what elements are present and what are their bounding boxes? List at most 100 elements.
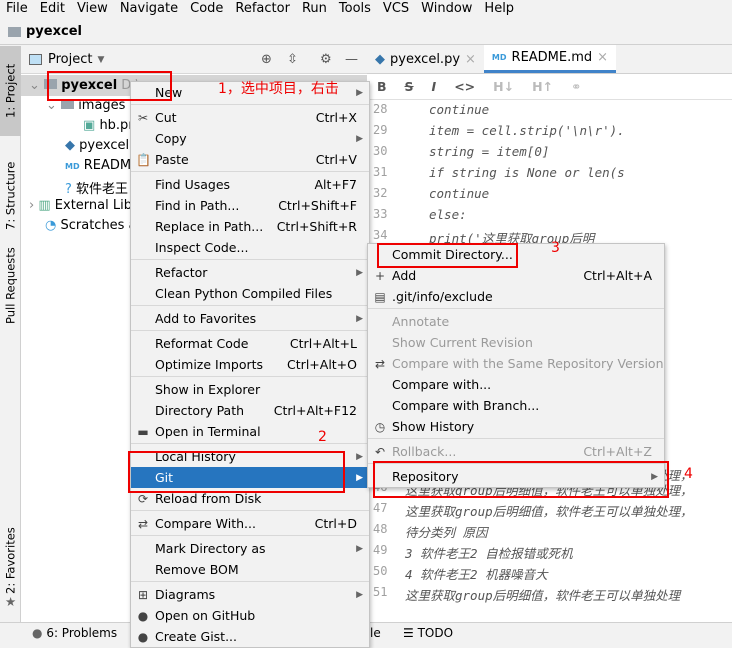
submenu-arrow-icon: ▶ [356, 589, 363, 600]
open-on-github-icon: ● [137, 608, 149, 623]
menu-item-remove-bom[interactable]: Remove BOM [131, 559, 369, 580]
git-item-annotate[interactable]: Annotate [368, 311, 664, 332]
git-item-compare-with-the-same-repository-version[interactable]: ⇄ Compare with the Same Repository Versio… [368, 353, 664, 374]
shortcut-label: Ctrl+Alt+A [583, 268, 652, 283]
close-icon[interactable]: × [465, 52, 476, 67]
tab-project[interactable]: 1: Project [0, 46, 21, 136]
menu-item-inspect-code[interactable]: Inspect Code... [131, 237, 369, 258]
git-item-compare-with-branch[interactable]: Compare with Branch... [368, 395, 664, 416]
menu-item-open-in-terminal[interactable]: ▬ Open in Terminal [131, 421, 369, 442]
git-item-rollback[interactable]: ↶ Rollback... Ctrl+Alt+Z [368, 441, 664, 462]
tab-pull-requests[interactable]: Pull Requests [0, 241, 21, 331]
code-icon[interactable]: <> [454, 79, 475, 94]
menu-item-replace-in-path[interactable]: Replace in Path... Ctrl+Shift+R [131, 216, 369, 237]
tree-root[interactable]: ⌄ pyexcel D:\ [29, 78, 140, 93]
menu-item-open-on-github[interactable]: ● Open on GitHub [131, 605, 369, 626]
tree-laowang[interactable]: ? 软件老王 [65, 178, 128, 197]
menu-item-label: Repository [392, 469, 459, 484]
locate-icon[interactable]: ⊕ [261, 52, 272, 67]
menu-window[interactable]: Window [415, 0, 478, 19]
menu-help[interactable]: Help [478, 0, 520, 19]
tree-readme[interactable]: MD README [65, 158, 139, 173]
menu-item-label: Local History [155, 449, 236, 464]
menu-code[interactable]: Code [184, 0, 229, 19]
tree-external[interactable]: › ▥ External Lib [29, 198, 132, 213]
open-in-terminal-icon: ▬ [137, 424, 149, 439]
menu-item-create-gist[interactable]: ● Create Gist... [131, 626, 369, 647]
todo-tab[interactable]: ☰ TODO [403, 626, 453, 640]
folder-icon [8, 26, 21, 37]
menu-item-directory-path[interactable]: Directory Path Ctrl+Alt+F12 [131, 400, 369, 421]
menu-item-cut[interactable]: ✂ Cut Ctrl+X [131, 107, 369, 128]
menu-view[interactable]: View [71, 0, 114, 19]
menu-item-diagrams[interactable]: ⊞ Diagrams ▶ [131, 584, 369, 605]
git-item-compare-with[interactable]: Compare with... [368, 374, 664, 395]
tab-pyexcel-py[interactable]: ◆ pyexcel.py × [367, 45, 484, 73]
scratches-icon: ◔ [45, 218, 57, 233]
git-item-commit-directory[interactable]: Commit Directory... [368, 244, 664, 265]
menu-item-label: Create Gist... [155, 629, 238, 644]
menu-item-mark-directory-as[interactable]: Mark Directory as ▶ [131, 538, 369, 559]
menu-item-find-usages[interactable]: Find Usages Alt+F7 [131, 174, 369, 195]
markdown-icon: MD [491, 53, 507, 62]
collapse-all-icon[interactable]: ⇳ [287, 52, 298, 67]
menu-item-clean-python-compiled-files[interactable]: Clean Python Compiled Files [131, 283, 369, 304]
menu-item-paste[interactable]: 📋 Paste Ctrl+V [131, 149, 369, 170]
menu-item-optimize-imports[interactable]: Optimize Imports Ctrl+Alt+O [131, 354, 369, 375]
code-line: else: [429, 207, 467, 222]
header-down-icon[interactable]: H↓ [493, 79, 514, 94]
compare-with-icon: ⇄ [137, 516, 149, 531]
close-icon[interactable]: × [597, 50, 608, 65]
menu-item-find-in-path[interactable]: Find in Path... Ctrl+Shift+F [131, 195, 369, 216]
git-item-show-history[interactable]: ◷ Show History [368, 416, 664, 437]
git-item-show-current-revision[interactable]: Show Current Revision [368, 332, 664, 353]
italic-icon[interactable]: I [432, 79, 437, 94]
menu-run[interactable]: Run [296, 0, 333, 19]
todo-label: TODO [417, 626, 454, 640]
menu-edit[interactable]: Edit [34, 0, 71, 19]
navigation-bar: pyexcel [0, 19, 732, 45]
menu-item-compare-with[interactable]: ⇄ Compare With... Ctrl+D [131, 513, 369, 534]
tab-structure[interactable]: 7: Structure [0, 141, 21, 251]
hide-icon[interactable]: — [345, 52, 358, 67]
add-icon: + [374, 268, 386, 283]
bold-icon[interactable]: B [377, 79, 387, 94]
menu-item-reformat-code[interactable]: Reformat Code Ctrl+Alt+L [131, 333, 369, 354]
project-view-selector[interactable]: Project [48, 52, 92, 67]
tab-favorites[interactable]: 2: Favorites [0, 526, 21, 596]
menu-vcs[interactable]: VCS [377, 0, 415, 19]
menu-item-label: Find Usages [155, 177, 231, 192]
tree-images[interactable]: ⌄ images [46, 98, 125, 113]
chevron-down-icon[interactable]: ▼ [97, 55, 104, 65]
git-submenu: Commit Directory... + Add Ctrl+Alt+A ▤ .git/i… [367, 243, 665, 488]
terminal-tab[interactable]: le [370, 626, 381, 640]
menu-item-show-in-explorer[interactable]: Show in Explorer [131, 379, 369, 400]
nav-project[interactable]: pyexcel [26, 24, 82, 39]
menu-item-reload-from-disk[interactable]: ⟳ Reload from Disk [131, 488, 369, 509]
menu-item-local-history[interactable]: Local History ▶ [131, 446, 369, 467]
git-item-add[interactable]: + Add Ctrl+Alt+A [368, 265, 664, 286]
git-item-repository[interactable]: Repository ▶ [368, 466, 664, 487]
menu-file[interactable]: File [0, 0, 34, 19]
menu-item-refactor[interactable]: Refactor ▶ [131, 262, 369, 283]
gear-icon[interactable]: ⚙ [320, 52, 332, 67]
submenu-arrow-icon: ▶ [356, 133, 363, 144]
menu-navigate[interactable]: Navigate [114, 0, 184, 19]
tree-hb[interactable]: ▣ hb.pr [83, 118, 134, 133]
create-gist-icon: ● [137, 629, 149, 644]
tree-scratches[interactable]: ◔ Scratches a [45, 218, 137, 233]
menu-item-label: Add [392, 268, 417, 283]
code-line: 待分类列 原因 [405, 525, 488, 540]
menu-item-add-to-favorites[interactable]: Add to Favorites ▶ [131, 308, 369, 329]
problems-tab[interactable]: ● 6: Problems [32, 626, 117, 640]
link-icon[interactable]: ⚭ [571, 79, 581, 94]
tab-readme-md[interactable]: MD README.md × [483, 45, 617, 73]
submenu-arrow-icon: ▶ [356, 87, 363, 98]
git-item-git-info-exclude[interactable]: ▤ .git/info/exclude [368, 286, 664, 307]
header-up-icon[interactable]: H↑ [532, 79, 553, 94]
strikethrough-icon[interactable]: S [405, 79, 414, 94]
menu-item-copy[interactable]: Copy ▶ [131, 128, 369, 149]
menu-item-git[interactable]: Git ▶ [131, 467, 369, 488]
menu-refactor[interactable]: Refactor [229, 0, 296, 19]
menu-tools[interactable]: Tools [333, 0, 377, 19]
